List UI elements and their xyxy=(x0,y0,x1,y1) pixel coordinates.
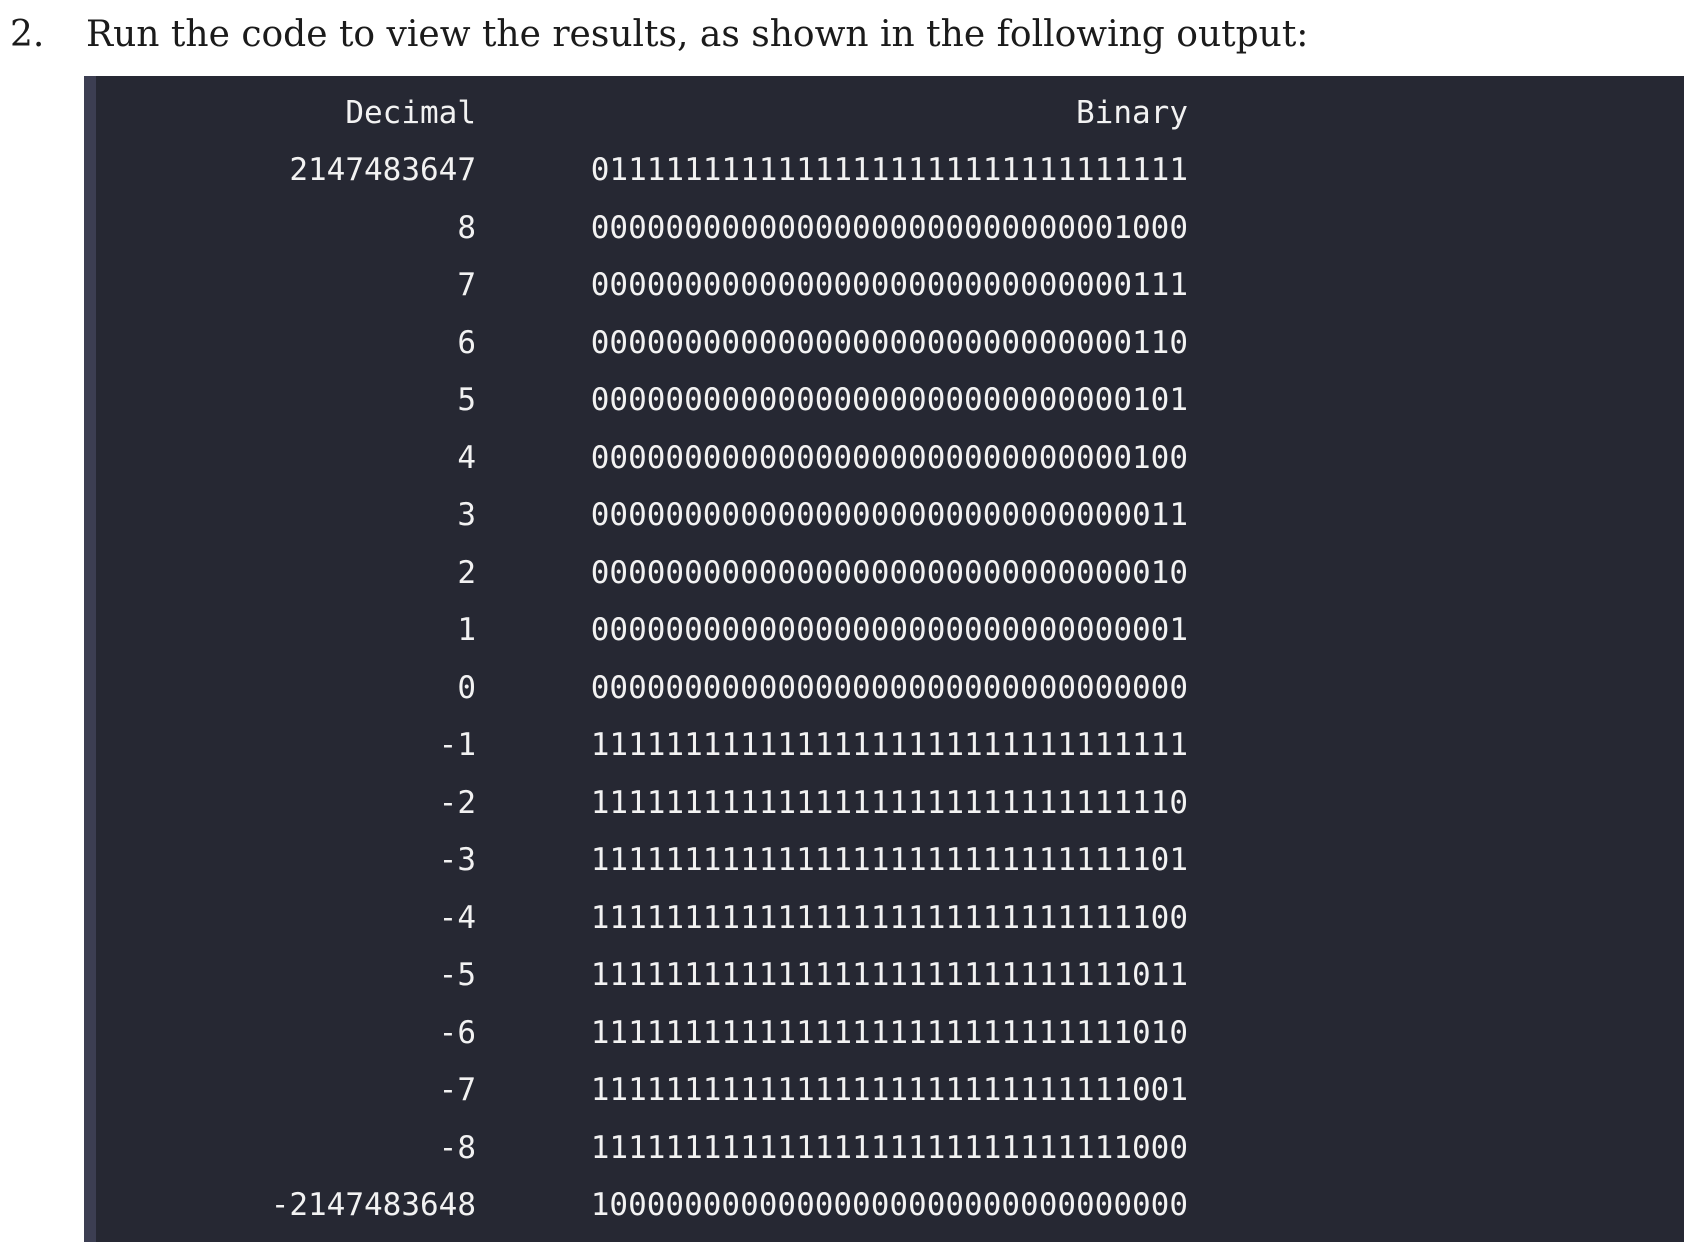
decimal-value: -3 xyxy=(438,842,476,879)
binary-value: 11111111111111111111111111111000 xyxy=(590,1129,1188,1166)
binary-value: 11111111111111111111111111111101 xyxy=(590,842,1188,879)
table-row: 5 00000000000000000000000000000101 xyxy=(166,372,1188,430)
binary-column-header: Binary xyxy=(1076,94,1188,131)
binary-value: 00000000000000000000000000000110 xyxy=(590,324,1188,361)
table-row: 7 00000000000000000000000000000111 xyxy=(166,257,1188,315)
table-row: -1 11111111111111111111111111111111 xyxy=(166,717,1188,775)
decimal-value: -2147483648 xyxy=(270,1187,476,1224)
table-row: -7 11111111111111111111111111111001 xyxy=(166,1062,1188,1120)
binary-value: 00000000000000000000000000000101 xyxy=(590,382,1188,419)
table-row: 2 00000000000000000000000000000010 xyxy=(166,544,1188,602)
decimal-value: -6 xyxy=(438,1014,476,1051)
table-row: 1 00000000000000000000000000000001 xyxy=(166,602,1188,660)
table-row: -2 11111111111111111111111111111110 xyxy=(166,774,1188,832)
decimal-value: -1 xyxy=(438,727,476,764)
decimal-value: 2147483647 xyxy=(289,152,476,189)
binary-value: 11111111111111111111111111111100 xyxy=(590,899,1188,936)
decimal-value: 4 xyxy=(457,439,476,476)
binary-value: 00000000000000000000000000000100 xyxy=(590,439,1188,476)
decimal-value: -4 xyxy=(438,899,476,936)
binary-value: 00000000000000000000000000000000 xyxy=(590,669,1188,706)
table-row: -3 11111111111111111111111111111101 xyxy=(166,832,1188,890)
table-header-row: Decimal Binary xyxy=(166,84,1188,142)
binary-value: 00000000000000000000000000000001 xyxy=(590,612,1188,649)
binary-value: 11111111111111111111111111111110 xyxy=(590,784,1188,821)
decimal-value: -2 xyxy=(438,784,476,821)
decimal-value: 8 xyxy=(457,209,476,246)
binary-value: 00000000000000000000000000001000 xyxy=(590,209,1188,246)
decimal-value: 2 xyxy=(457,554,476,591)
step-text: Run the code to view the results, as sho… xyxy=(86,14,1309,55)
table-row: -4 11111111111111111111111111111100 xyxy=(166,889,1188,947)
binary-value: 11111111111111111111111111111111 xyxy=(590,727,1188,764)
table-row: 8 00000000000000000000000000001000 xyxy=(166,199,1188,257)
decimal-value: 3 xyxy=(457,497,476,534)
document-page: 2. Run the code to view the results, as … xyxy=(0,0,1684,1246)
table-row: -5 11111111111111111111111111111011 xyxy=(166,947,1188,1005)
column-gap xyxy=(476,84,540,142)
decimal-value: 6 xyxy=(457,324,476,361)
step-number: 2. xyxy=(10,14,45,55)
binary-value: 11111111111111111111111111111010 xyxy=(590,1014,1188,1051)
binary-value: 00000000000000000000000000000011 xyxy=(590,497,1188,534)
binary-value: 10000000000000000000000000000000 xyxy=(590,1187,1188,1224)
instruction-step: 2. Run the code to view the results, as … xyxy=(10,6,1670,64)
decimal-value: 0 xyxy=(457,669,476,706)
table-row: 2147483647 011111111111111111111111111111… xyxy=(166,142,1188,200)
binary-value: 00000000000000000000000000000010 xyxy=(590,554,1188,591)
binary-value: 11111111111111111111111111111011 xyxy=(590,957,1188,994)
decimal-value: 5 xyxy=(457,382,476,419)
table-row: 6 00000000000000000000000000000110 xyxy=(166,314,1188,372)
table-row: 4 00000000000000000000000000000100 xyxy=(166,429,1188,487)
code-output-block: Decimal Binary 2147483647 011111111111111… xyxy=(84,76,1684,1242)
output-table: Decimal Binary 2147483647 011111111111111… xyxy=(166,84,1188,1234)
table-row: 3 00000000000000000000000000000011 xyxy=(166,487,1188,545)
decimal-column-header: Decimal xyxy=(345,94,476,131)
decimal-value: 7 xyxy=(457,267,476,304)
binary-value: 00000000000000000000000000000111 xyxy=(590,267,1188,304)
table-row: -8 11111111111111111111111111111000 xyxy=(166,1119,1188,1177)
binary-value: 01111111111111111111111111111111 xyxy=(590,152,1188,189)
table-row: 0 00000000000000000000000000000000 xyxy=(166,659,1188,717)
decimal-value: -8 xyxy=(438,1129,476,1166)
table-row: -6 11111111111111111111111111111010 xyxy=(166,1004,1188,1062)
decimal-value: 1 xyxy=(457,612,476,649)
decimal-value: -7 xyxy=(438,1072,476,1109)
table-row: -2147483648 10000000000000000000000000000… xyxy=(166,1177,1188,1235)
decimal-value: -5 xyxy=(438,957,476,994)
binary-value: 11111111111111111111111111111001 xyxy=(590,1072,1188,1109)
